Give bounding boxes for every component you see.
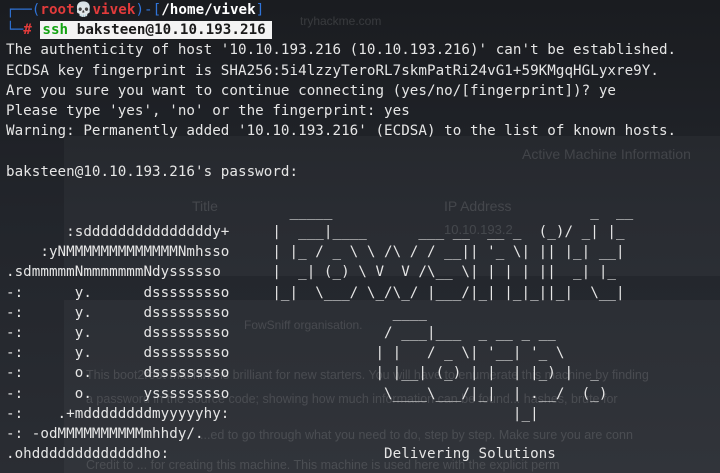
banner-line: -: y. dsssssssso | | / _ \| '__| '_ \ xyxy=(6,345,565,362)
prompt-path: /home/vivek xyxy=(161,2,256,18)
output-line: baksteen@10.10.193.216's password: xyxy=(6,163,299,180)
banner-line: -: y. dsssssssso ____ xyxy=(6,304,427,321)
banner-line: _____ _ __ xyxy=(6,203,634,220)
banner-line: -: o. dsssssssso | |__| (_) | | | |_) | … xyxy=(6,365,599,382)
prompt-line-1: ┌──(root💀vivek)-[/home/vivek] xyxy=(6,2,265,18)
banner-line: -: -odMMMMMMMMMMmhhdy/. xyxy=(6,425,204,442)
banner-line: -: y. dsssssssso / ___|___ _ __ _ __ xyxy=(6,325,556,341)
banner-line: .ohdddddddddddddho: Delivering Solutions xyxy=(6,446,556,463)
prompt-line-2[interactable]: └─# ssh baksteen@10.10.193.216 xyxy=(6,20,720,40)
banner-line: :yNMMMMMMMMMMMMMNmhsso | |_ / _ \ \ /\ /… xyxy=(6,244,625,261)
output-line: Warning: Permanently added '10.10.193.21… xyxy=(6,123,677,140)
ssh-output-block: The authenticity of host '10.10.193.216 … xyxy=(6,40,720,464)
terminal-window[interactable]: tryhackme.com Active Machine Information… xyxy=(0,0,720,473)
command-input[interactable]: ssh baksteen@10.10.193.216 xyxy=(40,21,272,40)
prompt-hash: # xyxy=(23,22,32,39)
output-line: Please type 'yes', 'no' or the fingerpri… xyxy=(6,102,410,119)
banner-line: :sdddddddddddddddy+ | ___|____ ___ __ __… xyxy=(6,224,625,241)
prompt-host: vivek xyxy=(92,2,136,18)
banner-line: .sdmmmmmNmmmmmmmNdyssssso | _| (_) \ V V… xyxy=(6,264,617,281)
terminal-output[interactable]: ┌──(root💀vivek)-[/home/vivek] └─# ssh ba… xyxy=(6,0,720,464)
banner-line: -: y. dsssssssso |_| \___/ \_/\_/ |___/|… xyxy=(6,284,625,301)
output-line: ECDSA key fingerprint is SHA256:5i4lzzyT… xyxy=(6,62,659,79)
command-args: baksteen@10.10.193.216 xyxy=(76,22,266,39)
prompt-user: root xyxy=(40,2,75,18)
output-line: Are you sure you want to continue connec… xyxy=(6,82,617,99)
output-line: The authenticity of host '10.10.193.216 … xyxy=(6,42,677,59)
banner-line: -: o. ysssssssso \____\___/|_| | .__/ (_… xyxy=(6,385,608,402)
skull-icon: 💀 xyxy=(74,2,93,18)
banner-line: -: .+mddddddddmyyyyyhy: |_| xyxy=(6,405,539,422)
command-name: ssh xyxy=(42,22,69,39)
